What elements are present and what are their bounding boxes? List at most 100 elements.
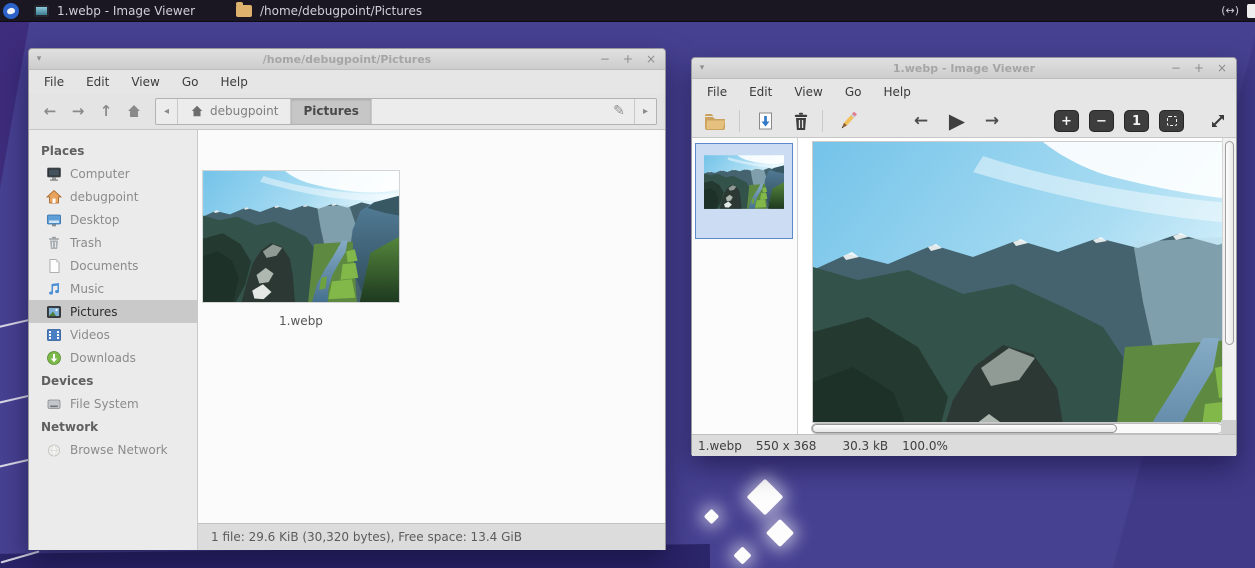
save-button[interactable]: [748, 107, 782, 135]
minimize-button[interactable]: −: [1171, 58, 1181, 79]
back-button[interactable]: ←: [37, 98, 63, 124]
sidebar-item-debugpoint[interactable]: debugpoint: [29, 185, 197, 208]
path-button-home[interactable]: debugpoint: [178, 99, 291, 124]
sidebar-item-desktop[interactable]: Desktop: [29, 208, 197, 231]
path-scroll-left-button[interactable]: ◂: [156, 99, 178, 124]
sidebar-item-label: Documents: [70, 259, 138, 273]
menu-go[interactable]: Go: [834, 81, 873, 103]
sidebar-item-documents[interactable]: Documents: [29, 254, 197, 277]
menu-view[interactable]: View: [783, 81, 833, 103]
menu-edit[interactable]: Edit: [738, 81, 783, 103]
network-icon: [46, 442, 62, 458]
path-bar: ◂ debugpoint Pictures ✎ ▸: [155, 98, 657, 125]
sidebar-item-file-system[interactable]: File System: [29, 392, 197, 415]
horizontal-scrollbar[interactable]: [811, 423, 1223, 434]
window-title: /home/debugpoint/Pictures: [89, 53, 605, 66]
wallpaper-diamond: [733, 546, 751, 564]
menu-help[interactable]: Help: [209, 71, 258, 93]
window-menu-icon[interactable]: ▾: [692, 63, 712, 73]
up-button[interactable]: ↑: [93, 98, 119, 124]
taskbar-item-file-manager[interactable]: /home/debugpoint/Pictures: [228, 0, 430, 22]
previous-image-button[interactable]: ←: [907, 107, 935, 135]
taskbar-item-image-viewer[interactable]: 1.webp - Image Viewer: [26, 0, 203, 22]
menu-go[interactable]: Go: [171, 71, 210, 93]
menu-help[interactable]: Help: [872, 81, 921, 103]
zoom-in-icon: +: [1061, 114, 1072, 129]
zoom-fit-button[interactable]: [1159, 107, 1184, 135]
taskbar-item-label: /home/debugpoint/Pictures: [260, 4, 422, 18]
window-menu-icon[interactable]: ▾: [29, 54, 49, 64]
zoom-fit-icon: [1167, 116, 1177, 126]
menu-file[interactable]: File: [696, 81, 738, 103]
toolbar-separator: [739, 110, 740, 132]
sidebar-item-label: File System: [70, 397, 139, 411]
sidebar-item-trash[interactable]: Trash: [29, 231, 197, 254]
vertical-scrollbar[interactable]: [1222, 138, 1236, 420]
sidebar-item-label: Computer: [70, 167, 130, 181]
scrollbar-corner: [1221, 420, 1236, 434]
thumbnail-pane: [692, 138, 798, 434]
path-edit-button[interactable]: ✎: [604, 99, 634, 124]
zoom-100-button[interactable]: 1: [1124, 107, 1149, 135]
minimize-button[interactable]: −: [600, 49, 610, 70]
zoom-100-icon: 1: [1132, 114, 1141, 129]
trash-icon: [793, 112, 809, 131]
close-button[interactable]: ×: [646, 49, 656, 70]
network-indicator-icon[interactable]: (↔): [1221, 4, 1239, 17]
sidebar-item-pictures[interactable]: Pictures: [29, 300, 197, 323]
zoom-in-button[interactable]: +: [1054, 107, 1079, 135]
file-manager-toolbar: ← → ↑ ◂ debugpoint Pictures ✎ ▸: [29, 93, 665, 130]
sidebar-item-label: Downloads: [70, 351, 136, 365]
sidebar-item-videos[interactable]: Videos: [29, 323, 197, 346]
image-viewer-titlebar[interactable]: ▾ 1.webp - Image Viewer − + ×: [692, 58, 1236, 79]
applications-menu-button[interactable]: [0, 0, 22, 22]
horizontal-scrollbar-thumb[interactable]: [812, 424, 1117, 433]
file-manager-window: ▾ /home/debugpoint/Pictures − + × File E…: [28, 48, 666, 550]
image-viewer-menubar: File Edit View Go Help: [692, 79, 1236, 104]
vertical-scrollbar-thumb[interactable]: [1225, 141, 1234, 345]
forward-button[interactable]: →: [65, 98, 91, 124]
menu-file[interactable]: File: [33, 71, 75, 93]
sidebar-item-label: Browse Network: [70, 443, 168, 457]
maximize-button[interactable]: +: [1194, 58, 1204, 79]
main-image[interactable]: [813, 142, 1223, 422]
file-list-view[interactable]: 1.webp: [198, 130, 665, 523]
home-button[interactable]: [121, 98, 147, 124]
menu-edit[interactable]: Edit: [75, 71, 120, 93]
whisker-menu-icon: [3, 3, 19, 19]
edit-button[interactable]: [830, 107, 866, 135]
path-current-label: Pictures: [303, 104, 359, 118]
fullscreen-button[interactable]: [1204, 107, 1232, 135]
image-viewer-content: [692, 138, 1236, 434]
slideshow-play-button[interactable]: ▶: [940, 107, 974, 135]
status-zoom: 100.0%: [902, 439, 948, 453]
sidebar-item-computer[interactable]: Computer: [29, 162, 197, 185]
file-manager-titlebar[interactable]: ▾ /home/debugpoint/Pictures − + ×: [29, 49, 665, 70]
delete-button[interactable]: [786, 107, 816, 135]
toolbar-separator: [822, 110, 823, 132]
path-button-current[interactable]: Pictures: [291, 99, 372, 124]
zoom-out-button[interactable]: −: [1089, 107, 1114, 135]
close-button[interactable]: ×: [1217, 58, 1227, 79]
menu-view[interactable]: View: [120, 71, 170, 93]
file-tile-1webp[interactable]: 1.webp: [203, 171, 399, 328]
image-viewer-statusbar: 1.webp 550 x 368 30.3 kB 100.0%: [692, 434, 1236, 456]
image-viewer-window: ▾ 1.webp - Image Viewer − + × File Edit …: [691, 57, 1237, 455]
path-scroll-right-button[interactable]: ▸: [634, 99, 656, 124]
desktop-icon: [46, 212, 62, 228]
maximize-button[interactable]: +: [623, 49, 633, 70]
sidebar-item-label: Videos: [70, 328, 110, 342]
save-icon: [756, 112, 775, 131]
sidebar-item-downloads[interactable]: Downloads: [29, 346, 197, 369]
sidebar-item-browse-network[interactable]: Browse Network: [29, 438, 197, 461]
thumbnail-selected[interactable]: [695, 143, 793, 239]
next-image-button[interactable]: →: [978, 107, 1006, 135]
window-title: 1.webp - Image Viewer: [752, 62, 1176, 75]
file-thumbnail: [203, 171, 399, 302]
open-button[interactable]: [698, 107, 732, 135]
sidebar-item-label: Pictures: [70, 305, 118, 319]
sidebar-item-music[interactable]: Music: [29, 277, 197, 300]
taskbar-item-label: 1.webp - Image Viewer: [57, 4, 195, 18]
path-home-label: debugpoint: [210, 104, 278, 118]
home-icon: [190, 104, 204, 118]
